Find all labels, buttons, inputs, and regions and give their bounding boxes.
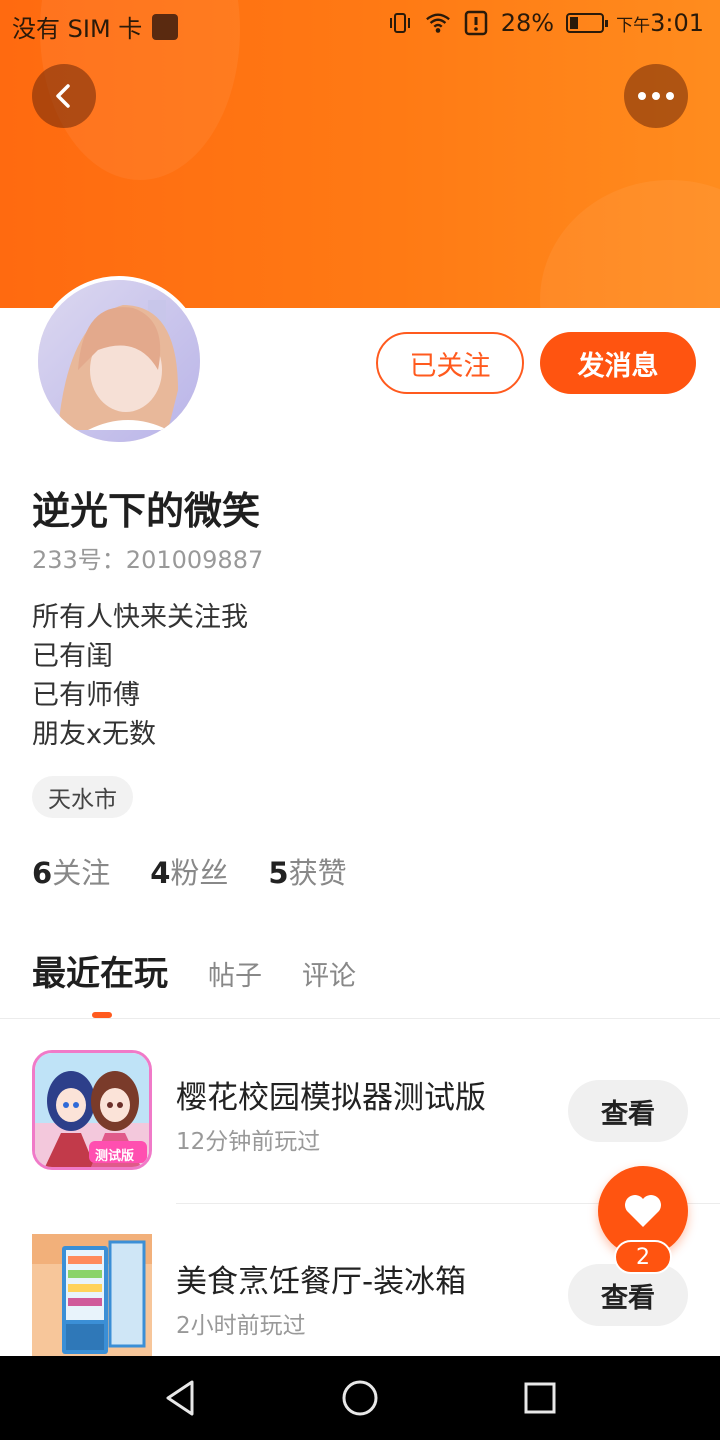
more-dots-icon — [638, 92, 674, 100]
stat-count: 4 — [150, 856, 171, 890]
following-button[interactable]: 已关注 — [376, 332, 524, 394]
header-decoration — [540, 180, 720, 308]
nav-recents-button[interactable] — [516, 1374, 564, 1422]
system-nav-bar — [0, 1356, 720, 1440]
profile-tabs: 最近在玩 帖子 评论 — [32, 946, 356, 995]
stat-fans[interactable]: 4粉丝 — [150, 850, 228, 892]
send-message-button[interactable]: 发消息 — [540, 332, 696, 394]
user-bio: 所有人快来关注我 已有闺 已有师傅 朋友x无数 — [32, 598, 248, 754]
bio-line: 已有闺 — [32, 641, 113, 672]
tab-posts[interactable]: 帖子 — [208, 954, 262, 993]
game-title: 美食烹饪餐厅-装冰箱 — [176, 1264, 467, 1300]
back-triangle-icon — [166, 1380, 194, 1416]
list-item[interactable]: 测试版 樱花校园模拟器测试版 12分钟前玩过 查看 — [0, 1050, 720, 1180]
game-last-played: 2小时前玩过 — [176, 1313, 306, 1339]
game-icon-badge-text: 测试版 — [95, 1149, 135, 1164]
profile-header-banner: 没有 SIM 卡 28% 下午3:01 — [0, 0, 720, 308]
stat-label: 关注 — [52, 856, 111, 890]
time-prefix: 下午 — [616, 16, 651, 36]
battery-percent: 28% — [500, 9, 555, 37]
tab-comments[interactable]: 评论 — [302, 954, 356, 993]
game-last-played: 12分钟前玩过 — [176, 1129, 321, 1155]
notification-icon — [152, 13, 179, 40]
stat-count: 6 — [32, 856, 53, 890]
home-circle-icon — [342, 1380, 378, 1416]
divider — [0, 1018, 720, 1019]
alert-icon — [463, 10, 489, 36]
bio-line: 所有人快来关注我 — [32, 602, 248, 633]
wifi-icon — [425, 10, 451, 36]
user-id: 233号：201009887 — [32, 546, 264, 574]
bio-line: 已有师傅 — [32, 680, 140, 711]
user-avatar[interactable] — [34, 276, 204, 446]
username: 逆光下的微笑 — [32, 489, 261, 533]
clock-time: 3:01 — [650, 9, 704, 37]
battery-icon — [566, 13, 609, 33]
view-game-button[interactable]: 查看 — [568, 1080, 688, 1142]
recents-square-icon — [524, 1382, 556, 1414]
bio-line: 朋友x无数 — [32, 719, 156, 750]
stat-likes[interactable]: 5获赞 — [268, 850, 346, 892]
stat-count: 5 — [268, 856, 289, 890]
nav-back-button[interactable] — [156, 1374, 204, 1422]
heart-icon — [625, 1195, 661, 1227]
back-button[interactable] — [32, 64, 96, 128]
location-tag: 天水市 — [32, 776, 133, 818]
carrier-text: 没有 SIM 卡 — [12, 15, 143, 43]
stat-label: 获赞 — [288, 856, 347, 890]
status-bar: 没有 SIM 卡 28% 下午3:01 — [0, 0, 720, 50]
stat-following[interactable]: 6关注 — [32, 850, 110, 892]
game-icon-fridge — [32, 1234, 152, 1356]
tab-recently-played[interactable]: 最近在玩 — [32, 946, 168, 995]
chevron-left-icon — [56, 84, 70, 108]
game-title: 樱花校园模拟器测试版 — [176, 1080, 486, 1116]
vibrate-icon — [387, 10, 413, 36]
more-options-button[interactable] — [624, 64, 688, 128]
like-count-badge: 2 — [614, 1240, 672, 1274]
stat-label: 粉丝 — [170, 856, 229, 890]
game-icon-sakura: 测试版 — [32, 1050, 152, 1170]
profile-stats: 6关注 4粉丝 5获赞 — [32, 850, 347, 892]
list-item[interactable]: 美食烹饪餐厅-装冰箱 2小时前玩过 查看 — [0, 1234, 720, 1364]
nav-home-button[interactable] — [336, 1374, 384, 1422]
